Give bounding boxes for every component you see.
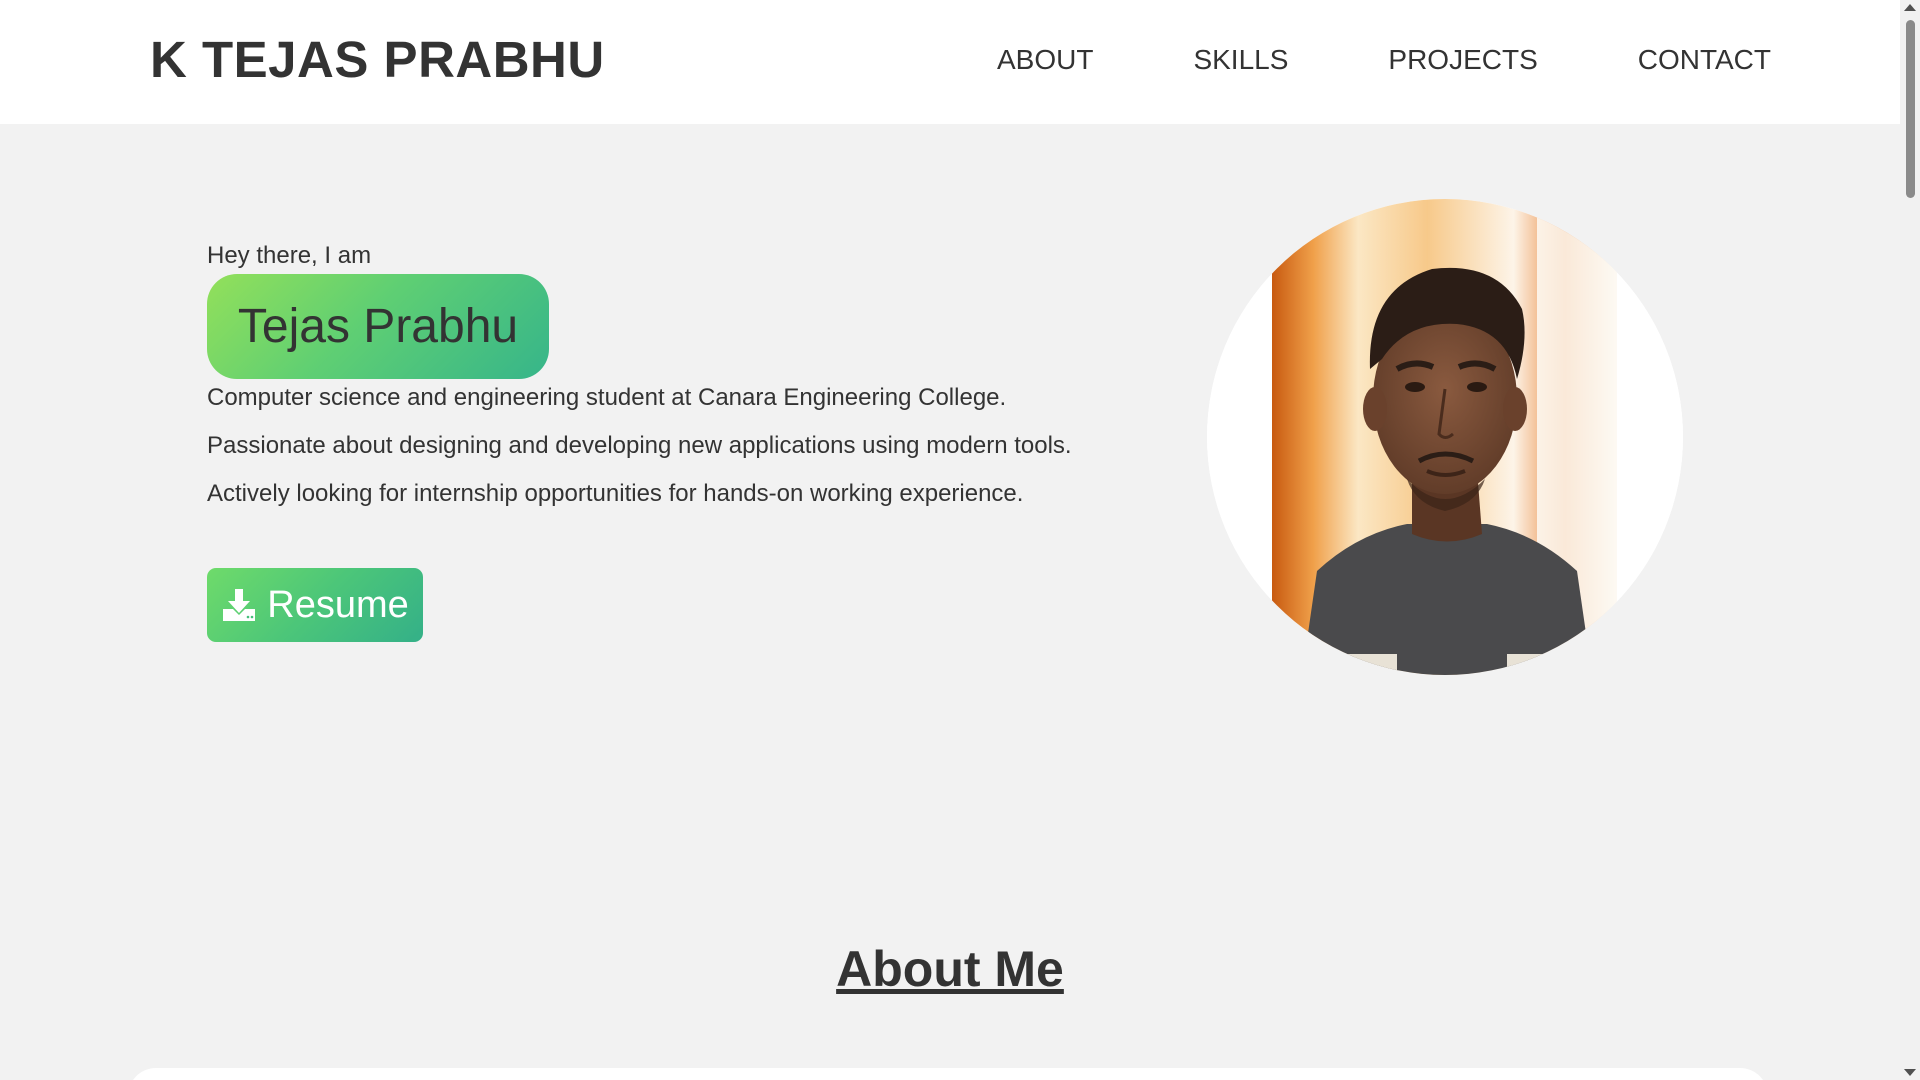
hero-name: Tejas Prabhu	[237, 300, 519, 353]
about-card	[128, 1068, 1768, 1080]
download-icon	[223, 589, 256, 621]
page: K TEJAS PRABHU ABOUT SKILLS PROJECTS CON…	[0, 0, 1900, 1080]
site-brand[interactable]: K TEJAS PRABHU	[150, 30, 605, 89]
resume-download-button[interactable]: Resume	[207, 568, 423, 642]
profile-photo	[1207, 199, 1683, 675]
hero-description-line-2: Passionate about designing and developin…	[207, 432, 1072, 459]
resume-button-label: Resume	[267, 583, 409, 626]
scroll-down-arrow-icon[interactable]	[1904, 1069, 1916, 1076]
hero-description-line-1: Computer science and engineering student…	[207, 384, 1007, 411]
hero-description-line-3: Actively looking for internship opportun…	[207, 480, 1024, 507]
nav-link-about[interactable]: ABOUT	[997, 44, 1093, 76]
nav-link-projects[interactable]: PROJECTS	[1388, 44, 1537, 76]
scroll-up-arrow-icon[interactable]	[1904, 4, 1916, 11]
site-header: K TEJAS PRABHU ABOUT SKILLS PROJECTS CON…	[0, 0, 1900, 124]
nav-link-skills[interactable]: SKILLS	[1193, 44, 1288, 76]
about-section-title: About Me	[836, 941, 1064, 997]
nav-link-contact[interactable]: CONTACT	[1638, 44, 1771, 76]
hero-name-badge: Tejas Prabhu	[207, 274, 549, 379]
scrollbar-thumb[interactable]	[1906, 20, 1915, 198]
page-scrollbar[interactable]	[1900, 0, 1920, 1080]
main-nav: ABOUT SKILLS PROJECTS CONTACT	[997, 44, 1771, 76]
hero-greeting: Hey there, I am	[207, 242, 372, 269]
